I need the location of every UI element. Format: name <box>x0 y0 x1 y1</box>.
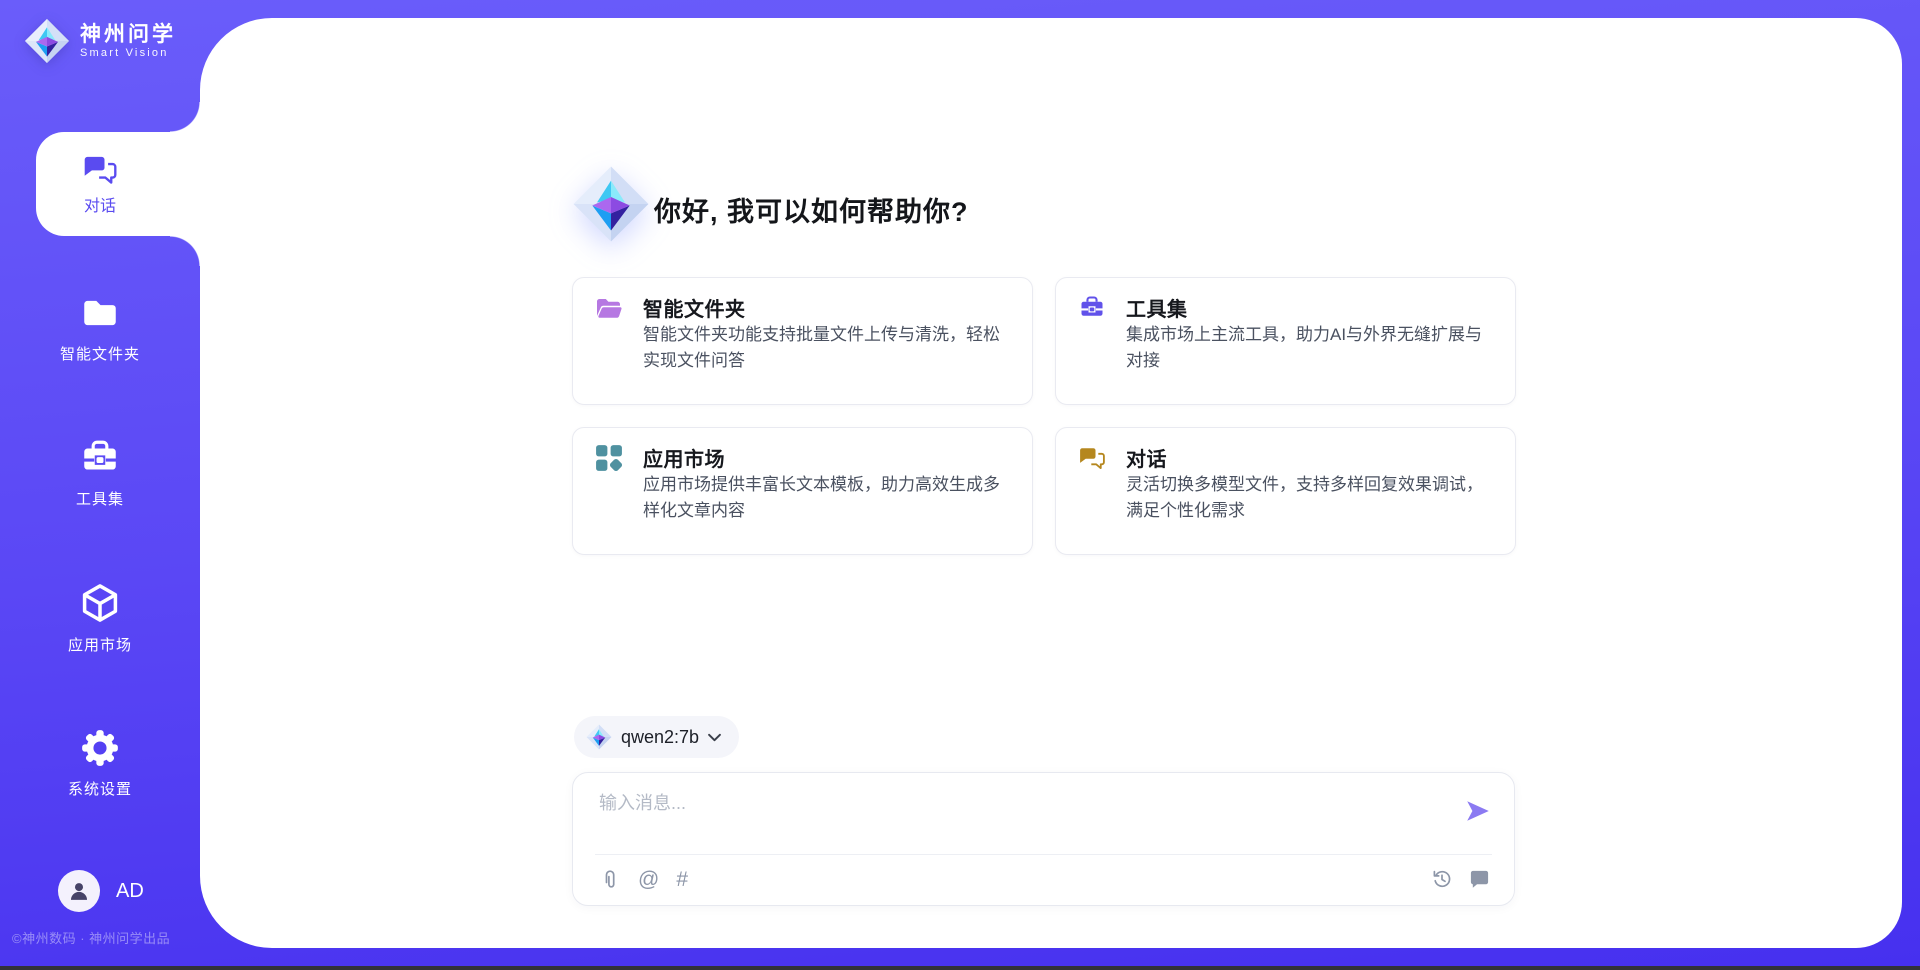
card-chat[interactable]: 对话 灵活切换多模型文件，支持多样回复效果调试，满足个性化需求 <box>1055 427 1516 555</box>
greeting-text: 你好, 我可以如何帮助你? <box>654 190 969 229</box>
sidebar-item-app-market[interactable]: 应用市场 <box>0 581 200 661</box>
cube-icon <box>78 581 122 625</box>
card-description: 智能文件夹功能支持批量文件上传与清洗，轻松实现文件问答 <box>643 322 1007 373</box>
card-app-market[interactable]: 应用市场 应用市场提供丰富长文本模板，助力高效生成多样化文章内容 <box>572 427 1033 555</box>
screen-bottom-edge <box>0 966 1920 970</box>
sidebar-item-label: 对话 <box>84 192 116 216</box>
card-description: 应用市场提供丰富长文本模板，助力高效生成多样化文章内容 <box>643 472 1007 523</box>
message-composer: @ # <box>572 772 1515 906</box>
sidebar-item-toolset[interactable]: 工具集 <box>0 437 200 517</box>
model-diamond-icon <box>586 724 612 750</box>
brand-name-cn: 神州问学 <box>80 23 176 47</box>
feature-cards: 智能文件夹 智能文件夹功能支持批量文件上传与清洗，轻松实现文件问答 工具集 集成… <box>572 277 1516 555</box>
brand-diamond-icon <box>24 18 70 64</box>
sidebar-item-label: 系统设置 <box>68 778 132 799</box>
sidebar-item-label: 智能文件夹 <box>60 343 140 364</box>
user-initials: AD <box>116 880 144 903</box>
card-smart-folder[interactable]: 智能文件夹 智能文件夹功能支持批量文件上传与清洗，轻松实现文件问答 <box>572 277 1033 405</box>
brand-logo: 神州问学 Smart Vision <box>24 18 176 64</box>
sidebar-item-label: 工具集 <box>76 488 124 509</box>
sidebar-item-smart-folder[interactable]: 智能文件夹 <box>0 292 200 372</box>
main-panel: 你好, 我可以如何帮助你? 智能文件夹 智能文件夹功能支持批量文件上传与清洗，轻… <box>200 18 1902 948</box>
model-name: qwen2:7b <box>621 727 699 748</box>
send-icon <box>1464 797 1492 825</box>
brand-name-en: Smart Vision <box>80 47 176 59</box>
folder-open-icon <box>595 294 623 322</box>
person-icon <box>66 878 92 904</box>
card-description: 集成市场上主流工具，助力AI与外界无缝扩展与对接 <box>1126 322 1490 373</box>
history-icon <box>1431 868 1453 890</box>
app-window: 神州问学 Smart Vision 对话 智能文件夹 <box>0 0 1920 970</box>
chevron-down-icon <box>708 733 721 742</box>
topic-button[interactable]: # <box>676 869 688 891</box>
history-button[interactable] <box>1431 868 1453 890</box>
chat-icon <box>82 153 118 186</box>
avatar <box>58 870 100 912</box>
model-selector[interactable]: qwen2:7b <box>574 716 739 758</box>
chat-bubbles-icon <box>1078 444 1106 472</box>
assistant-diamond-icon <box>572 160 650 248</box>
attach-file-button[interactable] <box>599 868 621 892</box>
briefcase-icon <box>1078 294 1106 322</box>
briefcase-icon <box>79 437 121 479</box>
tab-fillet-top <box>170 102 200 132</box>
card-title: 工具集 <box>1126 293 1188 322</box>
gear-icon <box>79 727 121 769</box>
sidebar-item-label: 应用市场 <box>68 634 132 655</box>
apps-grid-icon <box>595 444 623 472</box>
paperclip-icon <box>599 868 621 892</box>
sidebar: 神州问学 Smart Vision 对话 智能文件夹 <box>0 0 200 970</box>
at-icon: @ <box>638 869 659 891</box>
chat-bubble-icon <box>1469 869 1490 890</box>
card-toolset[interactable]: 工具集 集成市场上主流工具，助力AI与外界无缝扩展与对接 <box>1055 277 1516 405</box>
folder-icon <box>79 292 121 334</box>
user-account[interactable]: AD <box>58 870 144 912</box>
composer-divider <box>595 854 1492 855</box>
sidebar-item-settings[interactable]: 系统设置 <box>0 727 200 807</box>
hash-icon: # <box>676 869 688 891</box>
sidebar-item-chat[interactable]: 对话 <box>36 132 200 236</box>
card-title: 智能文件夹 <box>643 293 746 322</box>
copyright-text: ©神州数码 · 神州问学出品 <box>12 928 197 947</box>
card-title: 应用市场 <box>643 443 725 472</box>
card-description: 灵活切换多模型文件，支持多样回复效果调试，满足个性化需求 <box>1126 472 1490 523</box>
card-title: 对话 <box>1126 443 1167 472</box>
send-button[interactable] <box>1464 797 1492 825</box>
message-input[interactable] <box>599 789 1459 845</box>
tab-fillet-bottom <box>170 236 200 266</box>
new-chat-button[interactable] <box>1469 869 1490 890</box>
mention-button[interactable]: @ <box>638 869 659 891</box>
